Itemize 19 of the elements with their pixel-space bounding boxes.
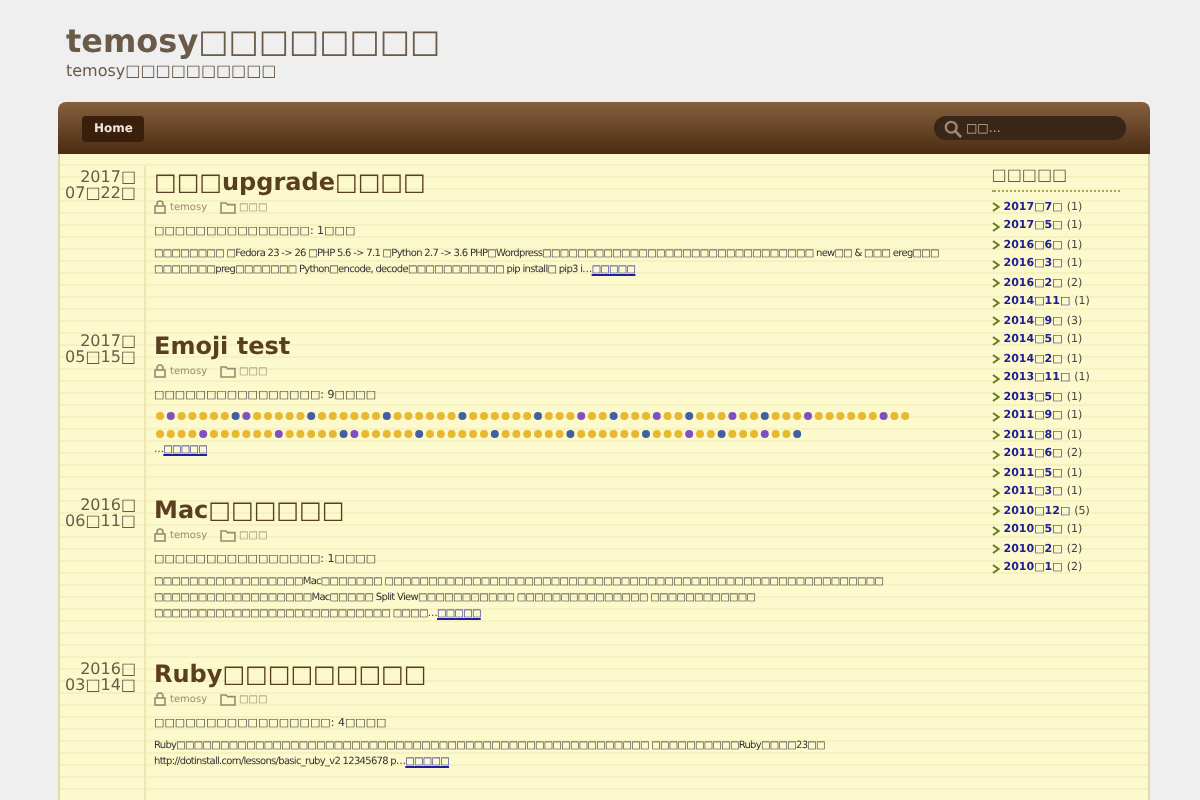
post-title[interactable]: Mac□□□□□□	[154, 494, 960, 526]
folder-icon	[219, 201, 236, 213]
post-date-day: 06□11□	[65, 514, 136, 530]
post-date-year: 2016□	[80, 498, 136, 514]
folder-icon	[219, 365, 236, 377]
site-tagline: temosy□□□□□□□□□□	[66, 62, 279, 80]
post-date-year: 2016□	[80, 662, 136, 678]
post-title[interactable]: □□□upgrade□□□□	[154, 166, 960, 198]
folder-icon	[219, 529, 236, 541]
post-date-day: 07□22□	[65, 186, 136, 202]
post-date-day: 03□14□	[65, 678, 136, 694]
post-title[interactable]: Emoji test	[154, 330, 960, 362]
post-date-day: 05□15□	[65, 350, 136, 366]
post-date-year: 2017□	[80, 170, 136, 186]
site-title[interactable]: temosy□□□□□□□□	[66, 22, 1200, 62]
post-date-year: 2017□	[80, 334, 136, 350]
folder-icon	[219, 693, 236, 705]
post-title[interactable]: Ruby□□□□□□□□□	[154, 658, 960, 690]
sidebar-heading: □□□□□	[991, 166, 1120, 192]
